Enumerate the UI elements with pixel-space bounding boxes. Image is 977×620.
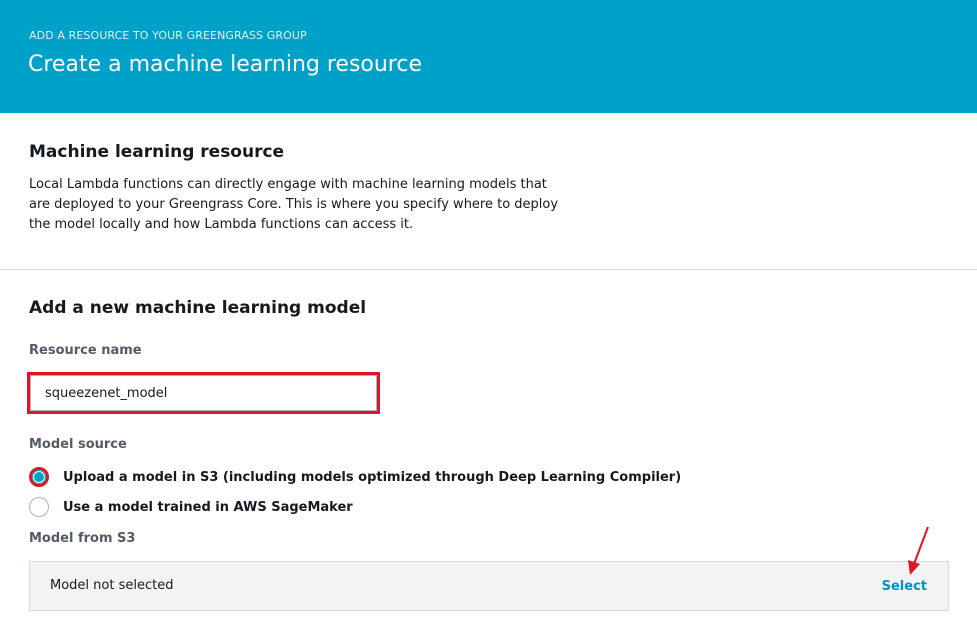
section-title-ml-resource: Machine learning resource	[29, 142, 285, 162]
radio-option-upload-s3[interactable]: Upload a model in S3 (including models o…	[29, 466, 681, 488]
page-title: Create a machine learning resource	[28, 52, 423, 77]
model-from-s3-box: Model not selected Select	[29, 561, 949, 611]
model-status-text: Model not selected	[50, 578, 174, 593]
resource-name-input[interactable]	[30, 375, 377, 411]
page-header: ADD A RESOURCE TO YOUR GREENGRASS GROUP …	[0, 0, 977, 113]
model-from-s3-label: Model from S3	[29, 531, 136, 546]
radio-option-sagemaker[interactable]: Use a model trained in AWS SageMaker	[29, 496, 353, 518]
select-model-link[interactable]: Select	[882, 579, 927, 594]
red-arrow-icon	[908, 526, 929, 575]
section-title-new-model: Add a new machine learning model	[29, 298, 367, 318]
section-divider	[0, 269, 977, 270]
resource-name-highlight	[27, 372, 380, 414]
radio-label-upload-s3: Upload a model in S3 (including models o…	[63, 469, 682, 485]
section-description: Local Lambda functions can directly enga…	[29, 177, 559, 232]
radio-label-sagemaker: Use a model trained in AWS SageMaker	[63, 499, 353, 515]
radio-button-unchecked[interactable]	[29, 497, 49, 517]
header-eyebrow: ADD A RESOURCE TO YOUR GREENGRASS GROUP	[29, 29, 307, 42]
radio-button-checked[interactable]	[29, 467, 49, 487]
model-source-label: Model source	[29, 437, 127, 452]
resource-name-label: Resource name	[29, 343, 142, 358]
